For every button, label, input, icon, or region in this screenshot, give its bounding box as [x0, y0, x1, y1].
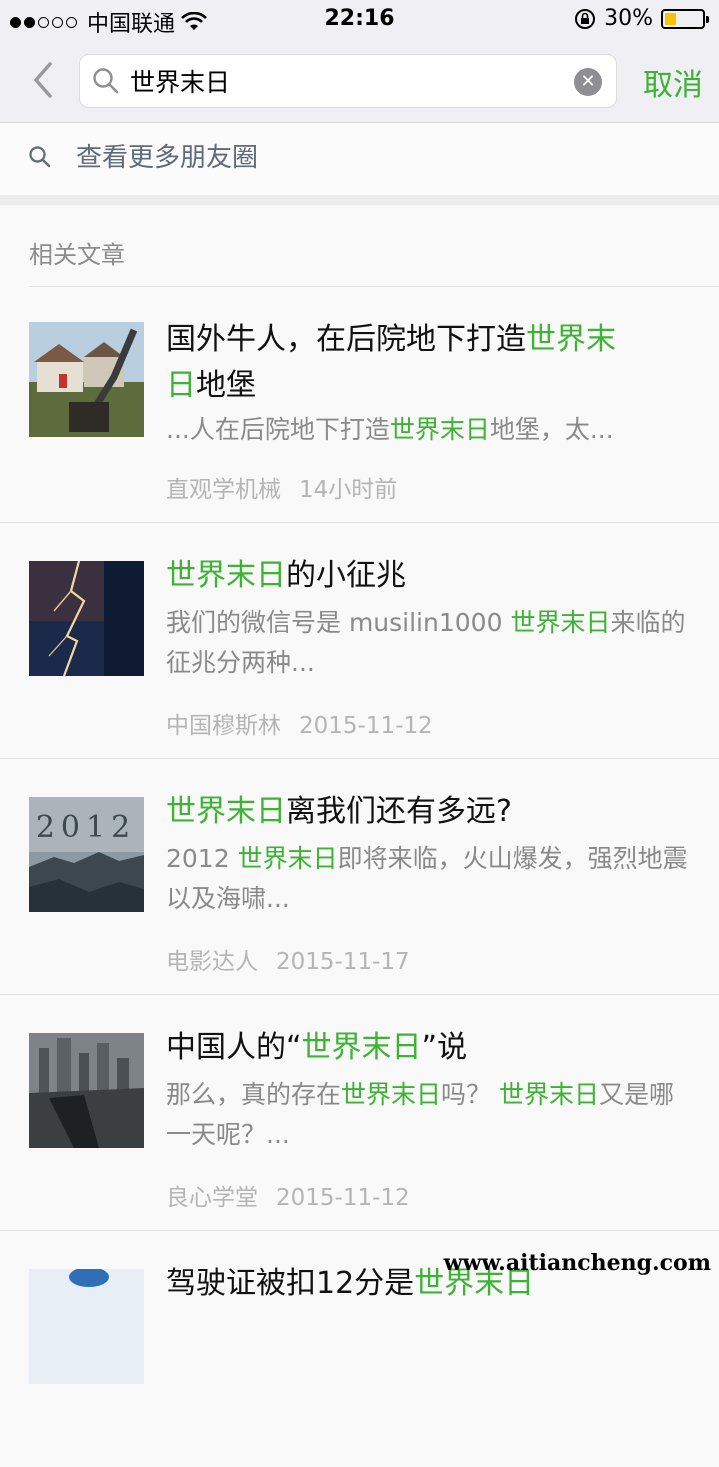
article-thumbnail: [29, 322, 144, 437]
clear-search-icon[interactable]: ✕: [574, 68, 602, 96]
article-title: 中国人的“世界末日”说: [166, 1030, 468, 1065]
article-title: 世界末日离我们还有多远?: [166, 794, 512, 829]
battery-percent: 30%: [604, 6, 653, 31]
article-snippet: 2012 世界末日即将来临，火山爆发，强烈地震以及海啸...: [166, 844, 688, 913]
battery-icon: [661, 8, 709, 29]
search-icon: [28, 145, 52, 173]
watermark: www.aitiancheng.com: [443, 1250, 711, 1276]
related-articles-section: 相关文章 国外牛人，在后院地下打造世界末 日地堡 ...人在后院地下打造世界末日地…: [0, 205, 719, 1384]
search-icon: [92, 67, 120, 99]
back-chevron-icon[interactable]: [26, 60, 60, 100]
article-snippet: 我们的微信号是 musilin1000 世界末日来临的征兆分两种...: [166, 608, 686, 677]
svg-text:2012: 2012: [36, 810, 136, 845]
search-more-moments[interactable]: 查看更多朋友圈: [0, 123, 719, 195]
article-item[interactable]: 中国人的“世界末日”说 那么，真的存在世界末日吗？ 世界末日又是哪一天呢？...…: [0, 995, 719, 1231]
article-source: 中国穆斯林: [166, 713, 281, 739]
article-meta: 良心学堂 2015-11-12: [166, 1178, 410, 1212]
search-input[interactable]: [130, 63, 550, 99]
battery-info: 30%: [574, 6, 709, 31]
article-time: 14小时前: [299, 477, 398, 503]
article-title: 国外牛人，在后院地下打造世界末 日地堡: [166, 322, 616, 403]
article-item[interactable]: 国外牛人，在后院地下打造世界末 日地堡 ...人在后院地下打造世界末日地堡，太..…: [0, 287, 719, 523]
article-snippet: 那么，真的存在世界末日吗？ 世界末日又是哪一天呢？...: [166, 1080, 675, 1149]
orientation-lock-icon: [575, 8, 596, 29]
search-box[interactable]: ✕: [79, 54, 617, 108]
article-thumbnail: [29, 1033, 144, 1148]
article-item[interactable]: 世界末日的小征兆 我们的微信号是 musilin1000 世界末日来临的征兆分两…: [0, 523, 719, 759]
article-time: 2015-11-12: [276, 1185, 410, 1211]
article-title: 世界末日的小征兆: [166, 558, 406, 593]
cancel-button[interactable]: 取消: [643, 60, 703, 104]
article-meta: 直观学机械 14小时前: [166, 470, 397, 504]
section-gap: [0, 195, 719, 205]
article-time: 2015-11-12: [299, 713, 433, 739]
more-moments-label: 查看更多朋友圈: [76, 143, 259, 173]
article-thumbnail: [29, 561, 144, 676]
search-header: ✕ 取消: [0, 40, 719, 123]
article-meta: 电影达人 2015-11-17: [166, 942, 410, 976]
article-meta: 中国穆斯林 2015-11-12: [166, 706, 433, 740]
article-thumbnail: [29, 1269, 144, 1384]
section-title: 相关文章: [29, 241, 125, 269]
article-time: 2015-11-17: [276, 949, 410, 975]
article-item[interactable]: 2012 世界末日离我们还有多远? 2012 世界末日即将来临，火山爆发，强烈地…: [0, 759, 719, 995]
article-source: 良心学堂: [166, 1185, 258, 1211]
status-bar: 中国联通 22:16 30%: [0, 0, 719, 40]
article-source: 直观学机械: [166, 477, 281, 503]
article-snippet: ...人在后院地下打造世界末日地堡，太...: [166, 415, 614, 444]
article-source: 电影达人: [166, 949, 258, 975]
article-thumbnail: 2012: [29, 797, 144, 912]
